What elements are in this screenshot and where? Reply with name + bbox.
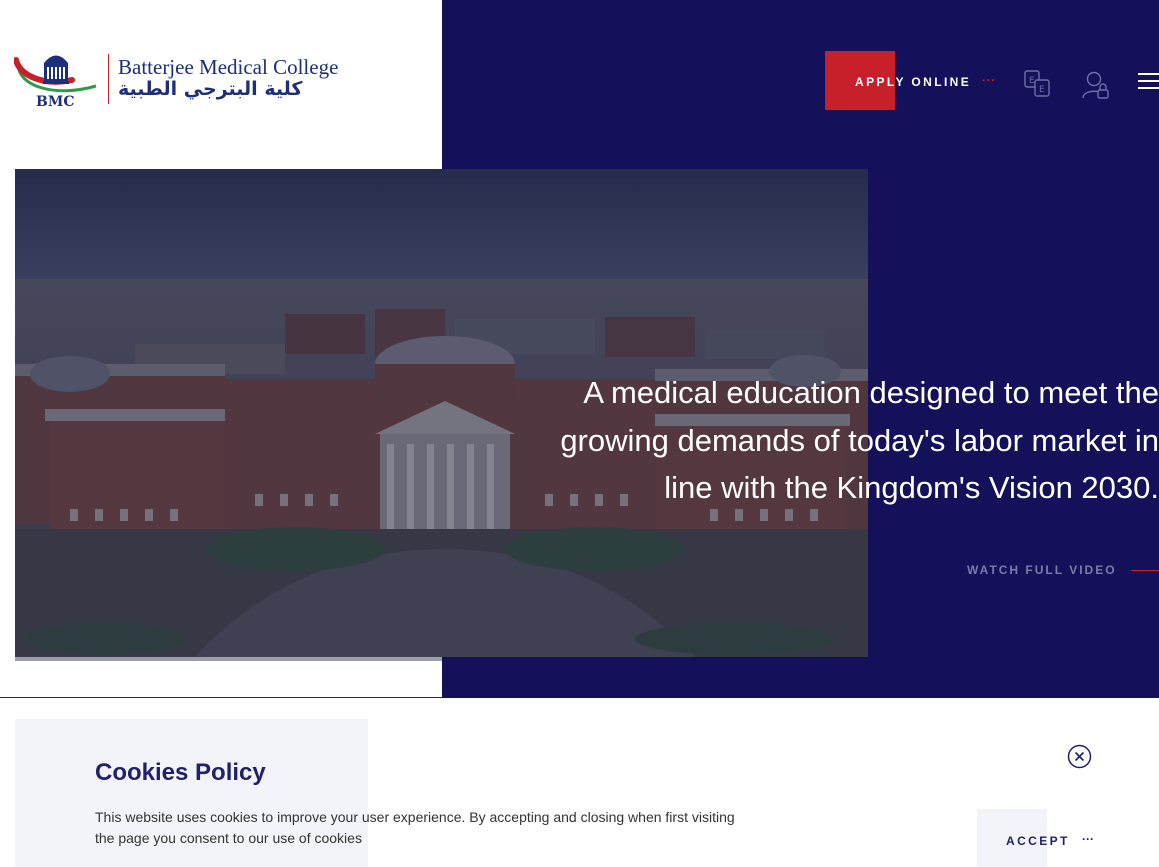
cookie-title: Cookies Policy (95, 759, 266, 786)
svg-text:E: E (1029, 76, 1035, 86)
logo-separator (108, 54, 109, 104)
accept-label[interactable]: ACCEPT (1006, 834, 1070, 848)
section-divider (0, 697, 442, 698)
logo-name-arabic: كلية البترجي الطبية (118, 78, 303, 100)
cookie-text: This website uses cookies to improve you… (95, 809, 735, 846)
logo-abbreviation: BMC (36, 94, 75, 110)
accept-dots-icon: ··· (1082, 832, 1094, 846)
watch-full-video-link[interactable]: WATCH FULL VIDEO (967, 563, 1117, 577)
language-switch-icon[interactable]: E E (1024, 70, 1052, 98)
close-icon[interactable] (1067, 744, 1092, 769)
hamburger-menu-icon[interactable] (1138, 72, 1159, 90)
hero-headline: A medical education designed to meet the… (459, 369, 1159, 512)
hero-headline-line: growing demands of today's labor market … (560, 422, 1159, 458)
logo-name-english: Batterjee Medical College (118, 55, 339, 79)
hero-headline-line: A medical education designed to meet the (583, 375, 1159, 410)
apply-dots-icon: ··· (982, 73, 996, 87)
apply-online-label[interactable]: APPLY ONLINE (855, 75, 971, 89)
watch-video-line (1131, 570, 1159, 571)
user-login-icon[interactable] (1081, 70, 1111, 100)
college-logo[interactable]: BMC Batterjee Medical College كلية البتر… (14, 46, 354, 116)
svg-text:E: E (1039, 85, 1045, 95)
hero-headline-line: line with the Kingdom's Vision 2030. (664, 470, 1159, 505)
hero-image-base-strip (15, 657, 442, 661)
